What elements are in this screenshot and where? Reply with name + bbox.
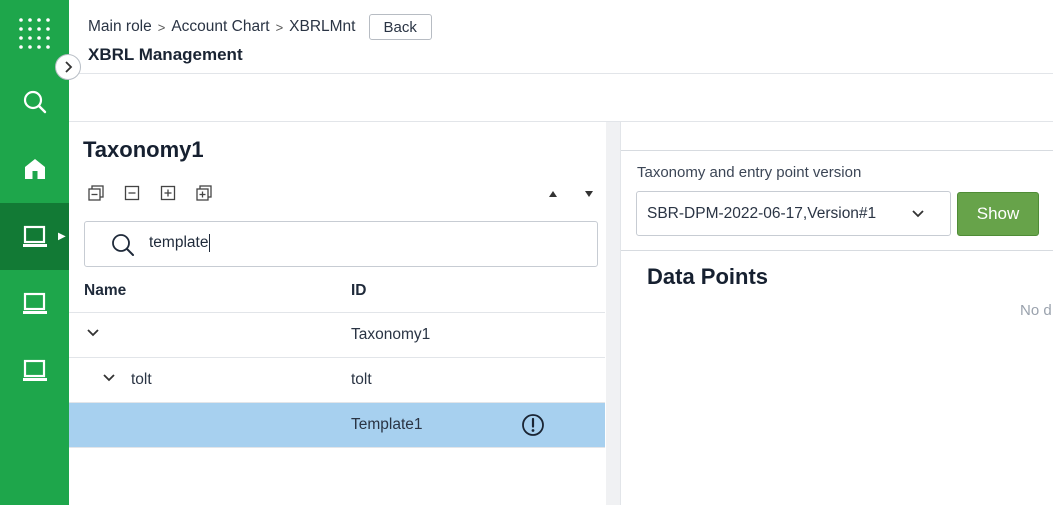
breadcrumb-main-role[interactable]: Main role <box>88 18 152 36</box>
version-label: Taxonomy and entry point version <box>637 164 862 181</box>
back-button[interactable]: Back <box>368 14 432 40</box>
search-value: template <box>149 234 211 252</box>
search-icon <box>23 90 46 113</box>
move-down-button[interactable] <box>583 186 595 204</box>
sidebar-item-laptop-2[interactable] <box>0 270 69 337</box>
tree-row[interactable]: tolt tolt <box>69 357 605 402</box>
version-select-value: SBR-DPM-2022-06-17,Version#1 <box>647 205 877 222</box>
divider <box>621 150 1053 151</box>
breadcrumb-xbrlmnt: XBRLMnt <box>289 18 356 35</box>
tree-search-input[interactable]: template <box>84 221 598 267</box>
show-button[interactable]: Show <box>957 192 1039 236</box>
column-header-id[interactable]: ID <box>351 282 367 300</box>
breadcrumb-account-chart[interactable]: Account Chart <box>171 18 269 36</box>
plus-square-icon <box>160 185 176 201</box>
laptop-icon <box>22 225 47 247</box>
sidebar-item-search[interactable] <box>0 68 69 135</box>
collapse-all-icon <box>88 185 104 201</box>
expand-button[interactable] <box>157 184 179 202</box>
tree-row-name: tolt <box>131 371 152 388</box>
breadcrumb: Main role > Account Chart > XBRLMnt Back <box>88 14 432 40</box>
move-up-button[interactable] <box>547 186 559 204</box>
expand-all-icon <box>196 185 212 201</box>
laptop-icon <box>22 292 47 314</box>
laptop-icon <box>22 359 47 381</box>
divider <box>621 250 1053 251</box>
chevron-down-icon <box>912 210 924 218</box>
tree-rows: Taxonomy1 tolt tolt Template1 <box>69 312 605 449</box>
column-header-name[interactable]: Name <box>84 282 126 300</box>
expand-all-button[interactable] <box>193 184 215 202</box>
expand-sidebar-button[interactable] <box>55 54 81 80</box>
data-points-title: Data Points <box>647 264 769 289</box>
chevron-down-icon[interactable] <box>103 373 115 383</box>
breadcrumb-separator: > <box>157 19 166 35</box>
header: Main role > Account Chart > XBRLMnt Back… <box>69 0 1053 74</box>
home-icon <box>24 158 45 179</box>
search-icon <box>112 234 134 256</box>
tree-scrollbar[interactable] <box>606 122 620 505</box>
sidebar-item-laptop-3[interactable] <box>0 337 69 404</box>
tree-row-id: Template1 <box>351 416 423 433</box>
tree-row-id: tolt <box>351 371 372 388</box>
toolbar-area <box>69 74 1053 122</box>
taxonomy-tree-panel: Taxonomy1 template Name ID Taxonomy1 tol… <box>69 122 606 505</box>
collapse-button[interactable] <box>121 184 143 202</box>
active-indicator-icon: ▶ <box>58 231 66 242</box>
triangle-down-icon <box>585 191 593 197</box>
minus-square-icon <box>124 185 140 201</box>
page-title: XBRL Management <box>88 45 243 64</box>
warning-circle-icon[interactable] <box>521 413 545 437</box>
no-data-message: No d <box>1020 302 1052 319</box>
tree-title: Taxonomy1 <box>83 137 204 162</box>
tree-row[interactable]: Taxonomy1 <box>69 312 605 357</box>
tree-row-end <box>69 447 605 449</box>
apps-grid-icon <box>18 17 50 49</box>
version-select[interactable]: SBR-DPM-2022-06-17,Version#1 <box>636 191 951 236</box>
triangle-up-icon <box>549 191 557 197</box>
tree-toolbar <box>85 184 215 202</box>
data-points-panel: Taxonomy and entry point version SBR-DPM… <box>621 122 1053 505</box>
tree-row-id: Taxonomy1 <box>351 326 431 343</box>
chevron-down-icon[interactable] <box>87 328 99 338</box>
collapse-all-button[interactable] <box>85 184 107 202</box>
sidebar-item-home[interactable] <box>0 135 69 202</box>
tree-row-selected[interactable]: Template1 <box>69 402 605 447</box>
chevron-right-icon <box>65 61 73 73</box>
breadcrumb-separator: > <box>275 19 284 35</box>
